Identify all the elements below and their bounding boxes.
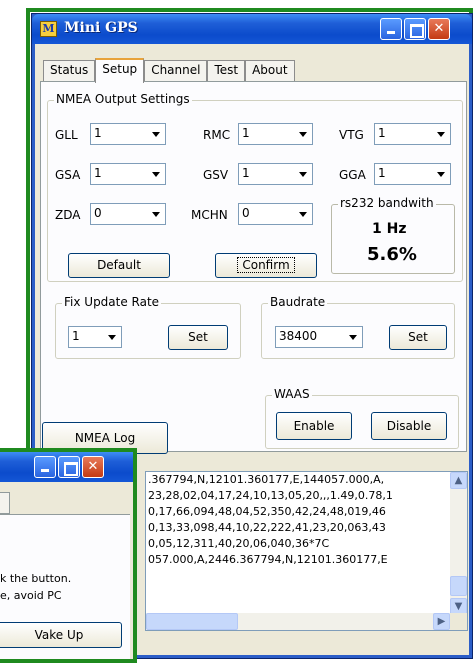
chevron-down-icon[interactable] xyxy=(294,205,311,223)
tab-setup[interactable]: Setup xyxy=(95,58,145,83)
default-button[interactable]: Default xyxy=(68,253,170,278)
confirm-button-label: Confirm xyxy=(237,257,295,273)
nmea-log-label: NMEA Log xyxy=(74,431,136,445)
log-line: 0,13,33,098,44,10,22,222,41,23,20,063,43 xyxy=(148,521,386,534)
baudrate-select[interactable]: 38400 xyxy=(275,326,363,348)
mchn-label: MCHN xyxy=(191,208,228,222)
bandwidth-percent: 5.6% xyxy=(367,244,417,265)
vtg-select[interactable]: 1 xyxy=(374,123,451,145)
gsa-label: GSA xyxy=(55,168,81,182)
zda-select[interactable]: 0 xyxy=(90,203,166,225)
tab-strip: Status Setup Channel Test About xyxy=(43,58,295,83)
minimize-icon[interactable] xyxy=(380,18,402,40)
chevron-down-icon[interactable] xyxy=(147,165,164,183)
tab-status[interactable]: Status xyxy=(43,60,96,82)
gll-select[interactable]: 1 xyxy=(90,123,166,145)
gll-value: 1 xyxy=(94,126,102,140)
bandwidth-rate: 1 Hz xyxy=(372,221,407,237)
vtg-label: VTG xyxy=(339,128,364,142)
rmc-value: 1 xyxy=(242,126,250,140)
zda-value: 0 xyxy=(94,206,102,220)
gsv-value: 1 xyxy=(242,166,250,180)
baudrate-group-label: Baudrate xyxy=(268,295,328,309)
tab-about[interactable]: About xyxy=(245,60,295,82)
fix-rate-group-label: Fix Update Rate xyxy=(62,295,162,309)
chevron-down-icon[interactable] xyxy=(432,165,449,183)
bandwidth-group-label: rs232 bandwith xyxy=(338,196,436,210)
gga-select[interactable]: 1 xyxy=(374,163,451,185)
zda-label: ZDA xyxy=(55,208,81,222)
log-line: 0,05,12,311,40,20,06,040,36*7C xyxy=(148,537,330,550)
nmea-log-textarea[interactable]: .367794,N,12101.360177,E,144057.000,A, 2… xyxy=(145,471,468,631)
vertical-scroll-thumb[interactable] xyxy=(450,576,467,596)
rmc-select[interactable]: 1 xyxy=(238,123,313,145)
log-line: 057.000,A,2446.367794,N,12101.360177,E xyxy=(148,553,388,566)
chevron-down-icon[interactable] xyxy=(294,165,311,183)
chevron-down-icon[interactable] xyxy=(294,125,311,143)
nmea-group-label: NMEA Output Settings xyxy=(54,92,192,106)
baudrate-set-label: Set xyxy=(408,330,428,344)
vertical-scrollbar[interactable]: ▲ ▼ xyxy=(450,472,467,615)
chevron-down-icon[interactable] xyxy=(147,125,164,143)
mchn-select[interactable]: 0 xyxy=(238,203,313,225)
gga-label: GGA xyxy=(339,168,366,182)
waas-enable-button[interactable]: Enable xyxy=(276,412,352,440)
title-bar[interactable]: M Mini GPS ✕ xyxy=(32,14,472,44)
baudrate-set-button[interactable]: Set xyxy=(389,325,447,350)
chevron-down-icon[interactable] xyxy=(344,328,361,346)
gga-value: 1 xyxy=(378,166,386,180)
gsa-value: 1 xyxy=(94,166,102,180)
waas-disable-label: Disable xyxy=(386,419,432,433)
waas-enable-label: Enable xyxy=(293,419,335,433)
default-button-label: Default xyxy=(97,258,141,272)
gsa-select[interactable]: 1 xyxy=(90,163,166,185)
log-line: 23,28,02,04,17,24,10,13,05,20,,,1.49,0.7… xyxy=(148,489,393,502)
gsv-select[interactable]: 1 xyxy=(238,163,313,185)
waas-disable-button[interactable]: Disable xyxy=(371,412,447,440)
fix-rate-set-button[interactable]: Set xyxy=(168,325,228,350)
confirm-button[interactable]: Confirm xyxy=(215,253,317,278)
chevron-down-icon[interactable] xyxy=(432,125,449,143)
vtg-value: 1 xyxy=(378,126,386,140)
gsv-label: GSV xyxy=(203,168,229,182)
baudrate-value: 38400 xyxy=(279,329,318,343)
fix-rate-select[interactable]: 1 xyxy=(68,326,122,348)
gll-label: GLL xyxy=(55,128,78,142)
tab-channel[interactable]: Channel xyxy=(144,60,208,82)
app-icon: M xyxy=(40,21,57,37)
scroll-up-icon[interactable]: ▲ xyxy=(450,472,467,489)
log-line: .367794,N,12101.360177,E,144057.000,A, xyxy=(148,473,385,486)
log-line: 0,17,66,094,48,04,52,350,42,24,48,019,46 xyxy=(148,505,386,518)
highlight-frame-second xyxy=(0,448,137,663)
window-title: Mini GPS xyxy=(64,20,138,36)
waas-group-label: WAAS xyxy=(272,387,312,401)
fix-rate-set-label: Set xyxy=(188,330,208,344)
horizontal-scrollbar[interactable]: ▶ xyxy=(146,613,450,630)
tab-test[interactable]: Test xyxy=(207,60,246,82)
rmc-label: RMC xyxy=(203,128,231,142)
mchn-value: 0 xyxy=(242,206,250,220)
maximize-icon[interactable] xyxy=(404,18,426,40)
close-icon[interactable]: ✕ xyxy=(428,18,450,40)
horizontal-scroll-thumb[interactable] xyxy=(146,613,238,630)
scrollbar-corner xyxy=(450,613,467,630)
chevron-down-icon[interactable] xyxy=(103,328,120,346)
chevron-down-icon[interactable] xyxy=(147,205,164,223)
fix-rate-value: 1 xyxy=(72,329,80,343)
setup-panel: NMEA Output Settings GLL 1 RMC 1 VTG 1 G… xyxy=(40,81,467,452)
scroll-right-icon[interactable]: ▶ xyxy=(433,613,450,630)
